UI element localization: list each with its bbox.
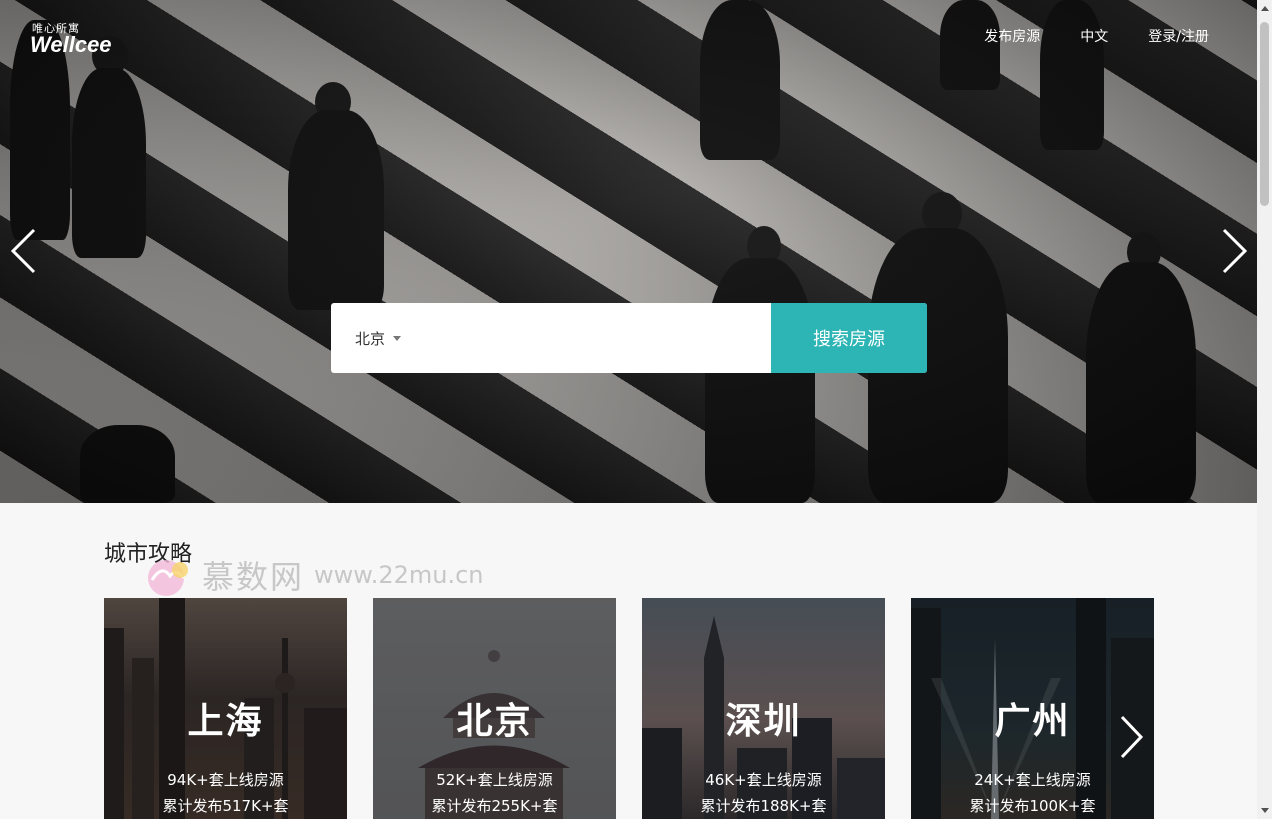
city-card-total: 累计发布517K+套	[162, 797, 289, 815]
city-card-beijing[interactable]: 北京 52K+套上线房源 累计发布255K+套	[373, 598, 616, 819]
wellcee-logo[interactable]: 唯心所寓 Wellcee	[30, 20, 112, 57]
city-card-shanghai[interactable]: 上海 94K+套上线房源 累计发布517K+套	[104, 598, 347, 819]
city-card-name: 深圳	[725, 701, 802, 742]
scrollbar-thumb[interactable]	[1260, 22, 1269, 206]
city-card-guangzhou[interactable]: 广州 24K+套上线房源 累计发布100K+套	[911, 598, 1154, 819]
city-card-total: 累计发布100K+套	[969, 797, 1096, 815]
hero-prev-arrow-icon[interactable]	[10, 228, 36, 274]
cards-next-arrow-icon[interactable]	[1119, 714, 1145, 760]
watermark-url: www.22mu.cn	[314, 561, 484, 589]
city-card-name: 上海	[187, 701, 264, 742]
city-card-name: 北京	[456, 701, 533, 742]
nav-login-register-link[interactable]: 登录/注册	[1148, 26, 1209, 46]
watermark-logo-icon	[140, 552, 196, 598]
city-dropdown-value: 北京	[355, 329, 386, 348]
hero-background-photo	[0, 0, 1257, 503]
city-dropdown[interactable]: 北京	[331, 303, 771, 373]
nav-post-listing-link[interactable]: 发布房源	[984, 26, 1040, 46]
city-card-total: 累计发布188K+套	[700, 797, 827, 815]
city-card-name: 广州	[994, 701, 1071, 742]
watermark-name: 慕数网	[202, 558, 305, 596]
city-card-listings: 94K+套上线房源	[167, 771, 284, 789]
city-card-total: 累计发布255K+套	[431, 797, 558, 815]
scroll-down-arrow-icon[interactable]	[1261, 808, 1269, 813]
watermark: 慕数网 www.22mu.cn	[140, 552, 484, 598]
search-listings-button[interactable]: 搜索房源	[771, 303, 927, 373]
city-card-listings: 52K+套上线房源	[436, 771, 553, 789]
nav-language-link[interactable]: 中文	[1080, 26, 1108, 46]
search-bar: 北京 搜索房源	[331, 303, 927, 373]
scroll-up-arrow-icon[interactable]	[1261, 6, 1269, 11]
top-nav: 发布房源 中文 登录/注册	[944, 26, 1209, 46]
city-card-listings: 46K+套上线房源	[705, 771, 822, 789]
hero-next-arrow-icon[interactable]	[1222, 228, 1248, 274]
city-card-listings: 24K+套上线房源	[974, 771, 1091, 789]
caret-down-icon	[393, 335, 402, 341]
city-card-shenzhen[interactable]: 深圳 46K+套上线房源 累计发布188K+套	[642, 598, 885, 819]
hero-banner: 唯心所寓 Wellcee 发布房源 中文 登录/注册 北京 搜索房源	[0, 0, 1257, 503]
page-scrollbar[interactable]	[1257, 0, 1272, 819]
logo-wordmark: Wellcee	[30, 32, 112, 57]
